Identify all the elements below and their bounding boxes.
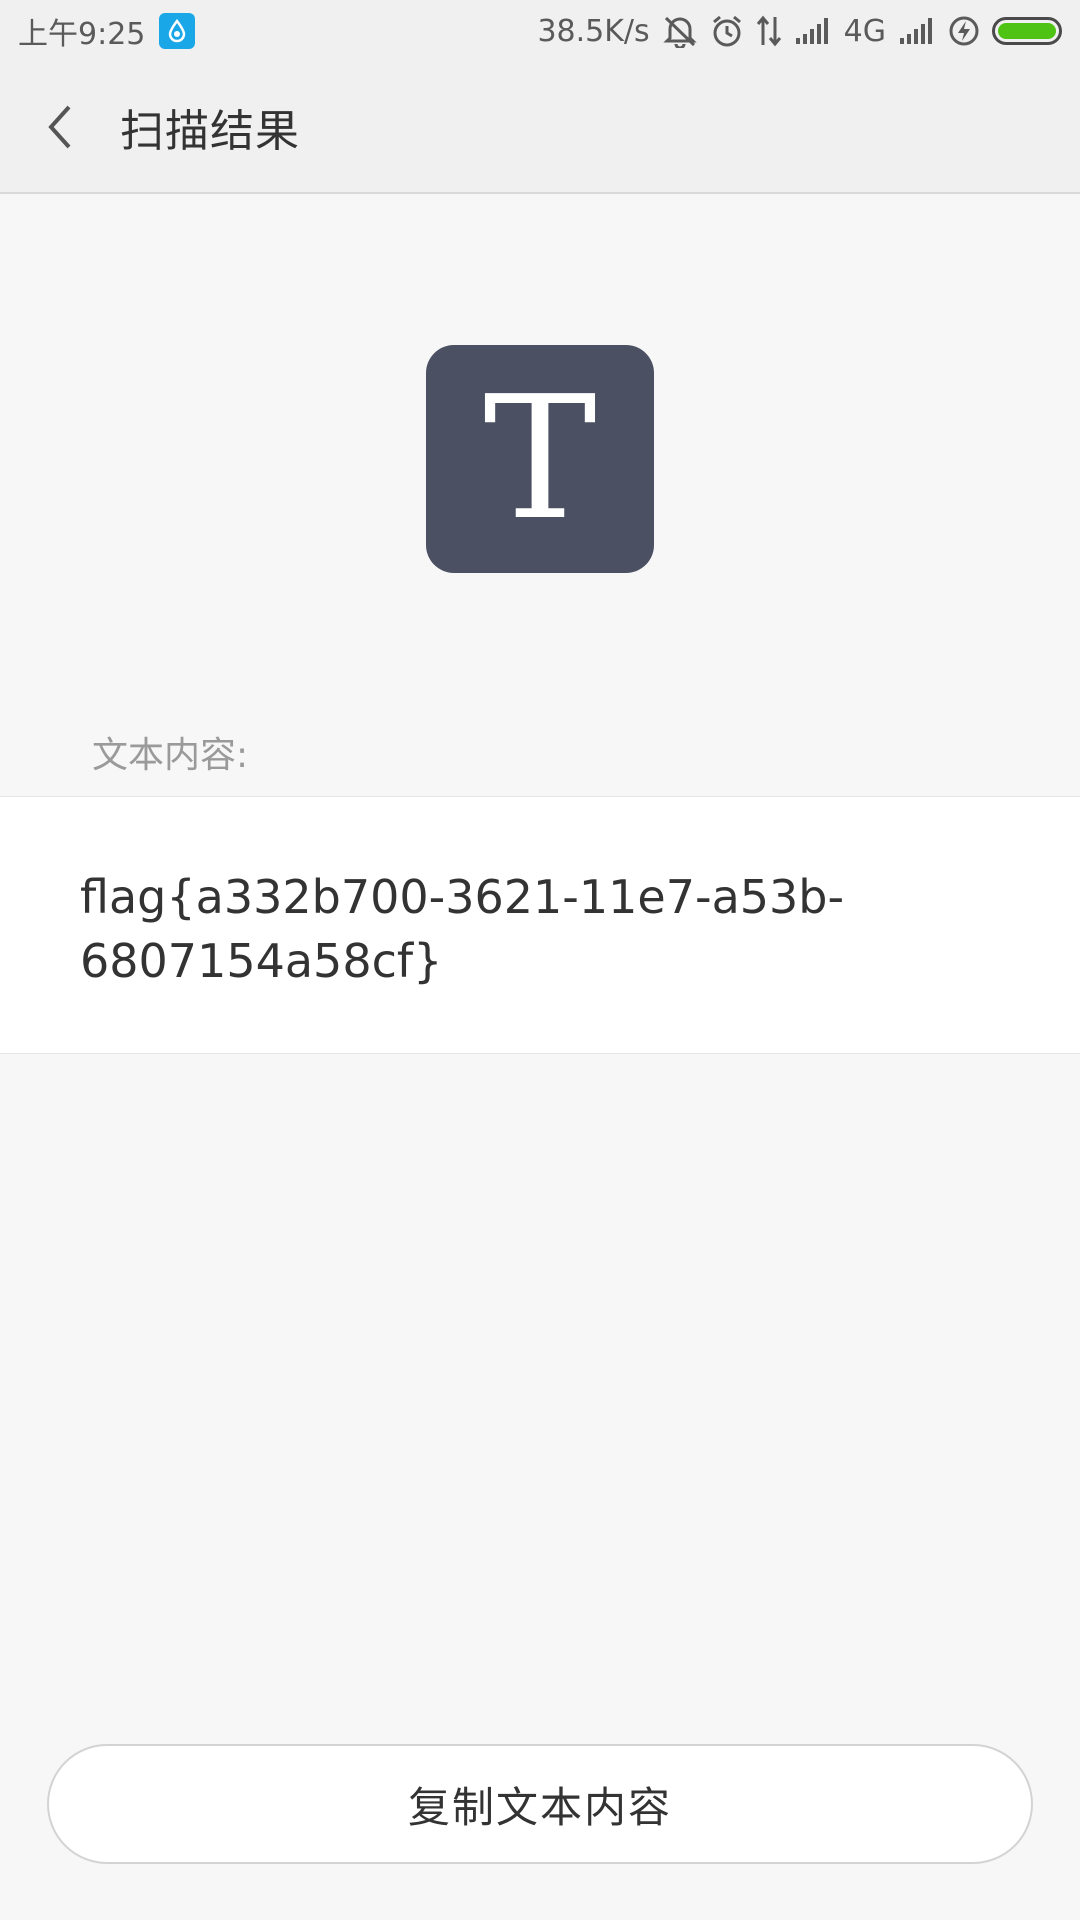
signal-icon (794, 16, 832, 46)
status-bar: 上午9:25 38.5K/s 4G (0, 0, 1080, 62)
status-time: 上午9:25 (18, 17, 146, 52)
content-label: 文本内容: (92, 735, 249, 776)
status-left: 上午9:25 (18, 9, 196, 53)
text-type-letter: T (483, 360, 597, 558)
battery-level (998, 23, 1056, 39)
header: 扫描结果 (0, 62, 1080, 194)
scanned-text[interactable]: flag{a332b700-3621-11e7-a53b-6807154a58c… (80, 865, 860, 993)
charging-icon (948, 15, 980, 47)
chevron-left-icon (48, 105, 71, 149)
mute-icon (662, 14, 698, 48)
battery-icon (992, 17, 1062, 45)
text-type-icon: T (426, 345, 654, 573)
network-type: 4G (843, 13, 886, 49)
page-title: 扫描结果 (120, 106, 300, 157)
copy-text-button[interactable]: 复制文本内容 (47, 1744, 1033, 1864)
status-right: 38.5K/s 4G (537, 14, 1062, 49)
signal-icon-2 (898, 16, 936, 46)
content-card: flag{a332b700-3621-11e7-a53b-6807154a58c… (0, 796, 1080, 1054)
network-speed: 38.5K/s (537, 13, 650, 49)
app-notification-icon (159, 13, 196, 49)
alarm-icon (710, 14, 744, 48)
back-button[interactable] (0, 67, 120, 187)
data-transfer-icon (756, 15, 782, 47)
